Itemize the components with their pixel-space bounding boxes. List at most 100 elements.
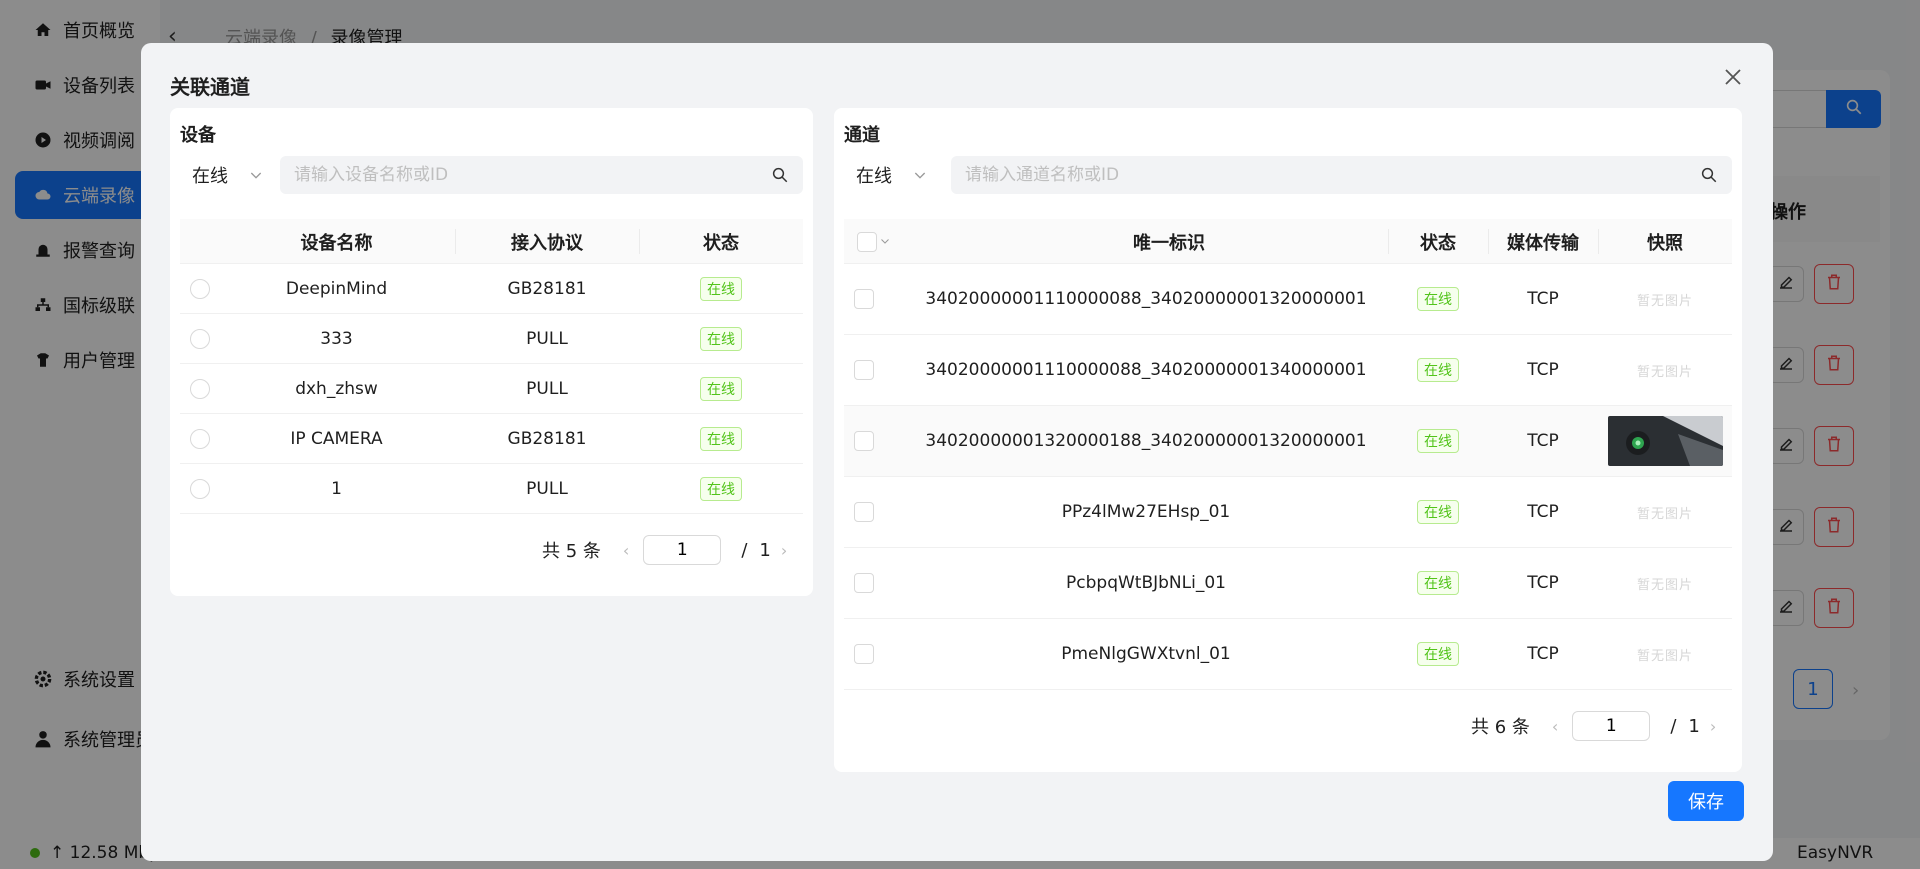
table-row[interactable]: 34020000001110000088_3402000000132000000… xyxy=(844,264,1732,335)
channel-checkbox[interactable] xyxy=(854,360,874,380)
channel-search-input[interactable] xyxy=(951,156,1732,194)
channel-checkbox[interactable] xyxy=(854,644,874,664)
chevron-down-icon[interactable] xyxy=(879,231,891,252)
device-radio[interactable] xyxy=(190,328,210,349)
snapshot-placeholder: 暂无图片 xyxy=(1636,506,1693,522)
search-icon[interactable] xyxy=(771,166,789,189)
device-search-box xyxy=(280,156,803,194)
page-number-input[interactable] xyxy=(1572,711,1651,741)
close-button[interactable] xyxy=(1721,65,1745,89)
channel-id: 34020000001110000088_3402000000132000000… xyxy=(925,289,1367,309)
table-row[interactable]: IP CAMERA GB28181 在线 xyxy=(180,414,803,464)
column-header-protocol: 接入协议 xyxy=(511,232,583,254)
device-radio[interactable] xyxy=(190,378,210,399)
status-badge: 在线 xyxy=(1417,642,1459,666)
table-row[interactable]: PmeNlgGWXtvnl_01 在线 TCP 暂无图片 xyxy=(844,619,1732,690)
device-table-header: 设备名称 接入协议 状态 xyxy=(180,219,803,264)
device-name: 1 xyxy=(331,478,342,499)
table-row[interactable]: 34020000001320000188_3402000000132000000… xyxy=(844,406,1732,477)
link-channel-dialog: 关联通道 设备 在线 设备名称 接入协议 状态 DeepinMind GB281… xyxy=(141,43,1773,861)
device-protocol: PULL xyxy=(526,378,568,399)
dialog-title: 关联通道 xyxy=(170,75,250,99)
page-number-input[interactable] xyxy=(643,535,722,565)
chevron-down-icon xyxy=(912,167,928,188)
channel-id: PPz4lMw27EHsp_01 xyxy=(1061,502,1231,522)
channel-search-box xyxy=(951,156,1732,194)
status-badge: 在线 xyxy=(1417,500,1459,524)
table-row[interactable]: 1 PULL 在线 xyxy=(180,464,803,514)
channel-transport: TCP xyxy=(1527,431,1559,451)
prev-page-icon[interactable]: ‹ xyxy=(623,541,629,560)
channel-panel: 通道 在线 唯一标识 状态 媒体传输 快照 340200000011100000… xyxy=(834,108,1742,772)
column-header-snapshot: 快照 xyxy=(1647,232,1683,254)
channel-id: PmeNlgGWXtvnl_01 xyxy=(1061,644,1231,664)
pagination-separator: / xyxy=(741,539,748,561)
select-all-checkbox[interactable] xyxy=(857,231,877,252)
channel-checkbox[interactable] xyxy=(854,502,874,522)
channel-checkbox[interactable] xyxy=(854,431,874,451)
pagination-pages: 1 xyxy=(759,539,771,561)
chevron-down-icon xyxy=(248,167,264,188)
status-badge: 在线 xyxy=(1417,358,1459,382)
next-page-icon[interactable]: › xyxy=(781,541,787,560)
status-badge: 在线 xyxy=(700,426,742,451)
search-icon[interactable] xyxy=(1700,166,1718,189)
column-header-status: 状态 xyxy=(703,232,739,254)
device-search-input[interactable] xyxy=(280,156,803,194)
column-header-device-name: 设备名称 xyxy=(300,232,373,254)
table-row[interactable]: PcbpqWtBJbNLi_01 在线 TCP 暂无图片 xyxy=(844,548,1732,619)
channel-id: 34020000001110000088_3402000000134000000… xyxy=(925,360,1367,380)
channel-pagination: 共 6 条 ‹ / 1 › xyxy=(1471,711,1726,741)
device-pagination: 共 5 条 ‹ / 1 › xyxy=(542,535,797,565)
channel-id: 34020000001320000188_3402000000132000000… xyxy=(925,431,1367,451)
close-icon xyxy=(1721,69,1745,94)
channel-transport: TCP xyxy=(1527,573,1559,593)
device-name: DeepinMind xyxy=(285,278,388,299)
channel-transport: TCP xyxy=(1527,502,1559,522)
table-row[interactable]: DeepinMind GB28181 在线 xyxy=(180,264,803,314)
snapshot-placeholder: 暂无图片 xyxy=(1636,648,1693,664)
snapshot-placeholder: 暂无图片 xyxy=(1636,293,1693,309)
device-protocol: PULL xyxy=(526,478,568,499)
device-name: IP CAMERA xyxy=(290,428,383,449)
pagination-total: 共 5 条 xyxy=(542,541,601,562)
channel-status-select[interactable]: 在线 xyxy=(844,156,936,194)
table-row[interactable]: 34020000001110000088_3402000000134000000… xyxy=(844,335,1732,406)
channel-status-value: 在线 xyxy=(856,166,892,187)
channel-transport: TCP xyxy=(1527,289,1559,309)
pagination-pages: 1 xyxy=(1688,715,1700,737)
table-row[interactable]: 333 PULL 在线 xyxy=(180,314,803,364)
column-header-status: 状态 xyxy=(1420,232,1456,254)
channel-transport: TCP xyxy=(1527,644,1559,664)
prev-page-icon[interactable]: ‹ xyxy=(1552,717,1558,736)
pagination-separator: / xyxy=(1670,715,1677,737)
device-panel: 设备 在线 设备名称 接入协议 状态 DeepinMind GB28181 在线… xyxy=(170,108,813,596)
device-protocol: GB28181 xyxy=(507,428,587,449)
channel-checkbox[interactable] xyxy=(854,289,874,309)
channel-transport: TCP xyxy=(1527,360,1559,380)
table-row[interactable]: dxh_zhsw PULL 在线 xyxy=(180,364,803,414)
table-row[interactable]: PPz4lMw27EHsp_01 在线 TCP 暂无图片 xyxy=(844,477,1732,548)
channel-checkbox[interactable] xyxy=(854,573,874,593)
channel-id: PcbpqWtBJbNLi_01 xyxy=(1066,573,1226,593)
status-badge: 在线 xyxy=(700,376,742,401)
status-badge: 在线 xyxy=(700,476,742,501)
status-badge: 在线 xyxy=(1417,429,1459,453)
device-radio[interactable] xyxy=(190,478,210,499)
device-protocol: GB28181 xyxy=(507,278,587,299)
status-badge: 在线 xyxy=(700,326,742,351)
device-radio[interactable] xyxy=(190,428,210,449)
save-button[interactable]: 保存 xyxy=(1668,781,1744,821)
device-status-select[interactable]: 在线 xyxy=(180,156,272,194)
column-header-unique-id: 唯一标识 xyxy=(1133,232,1205,254)
device-panel-title: 设备 xyxy=(180,125,216,146)
snapshot-placeholder: 暂无图片 xyxy=(1636,364,1693,380)
column-header-transport: 媒体传输 xyxy=(1507,232,1579,254)
device-radio[interactable] xyxy=(190,278,210,299)
channel-table-header: 唯一标识 状态 媒体传输 快照 xyxy=(844,219,1732,264)
next-page-icon[interactable]: › xyxy=(1710,717,1716,736)
snapshot-thumbnail[interactable] xyxy=(1607,416,1723,466)
channel-panel-title: 通道 xyxy=(844,125,880,146)
status-badge: 在线 xyxy=(700,276,742,301)
device-protocol: PULL xyxy=(526,328,568,349)
